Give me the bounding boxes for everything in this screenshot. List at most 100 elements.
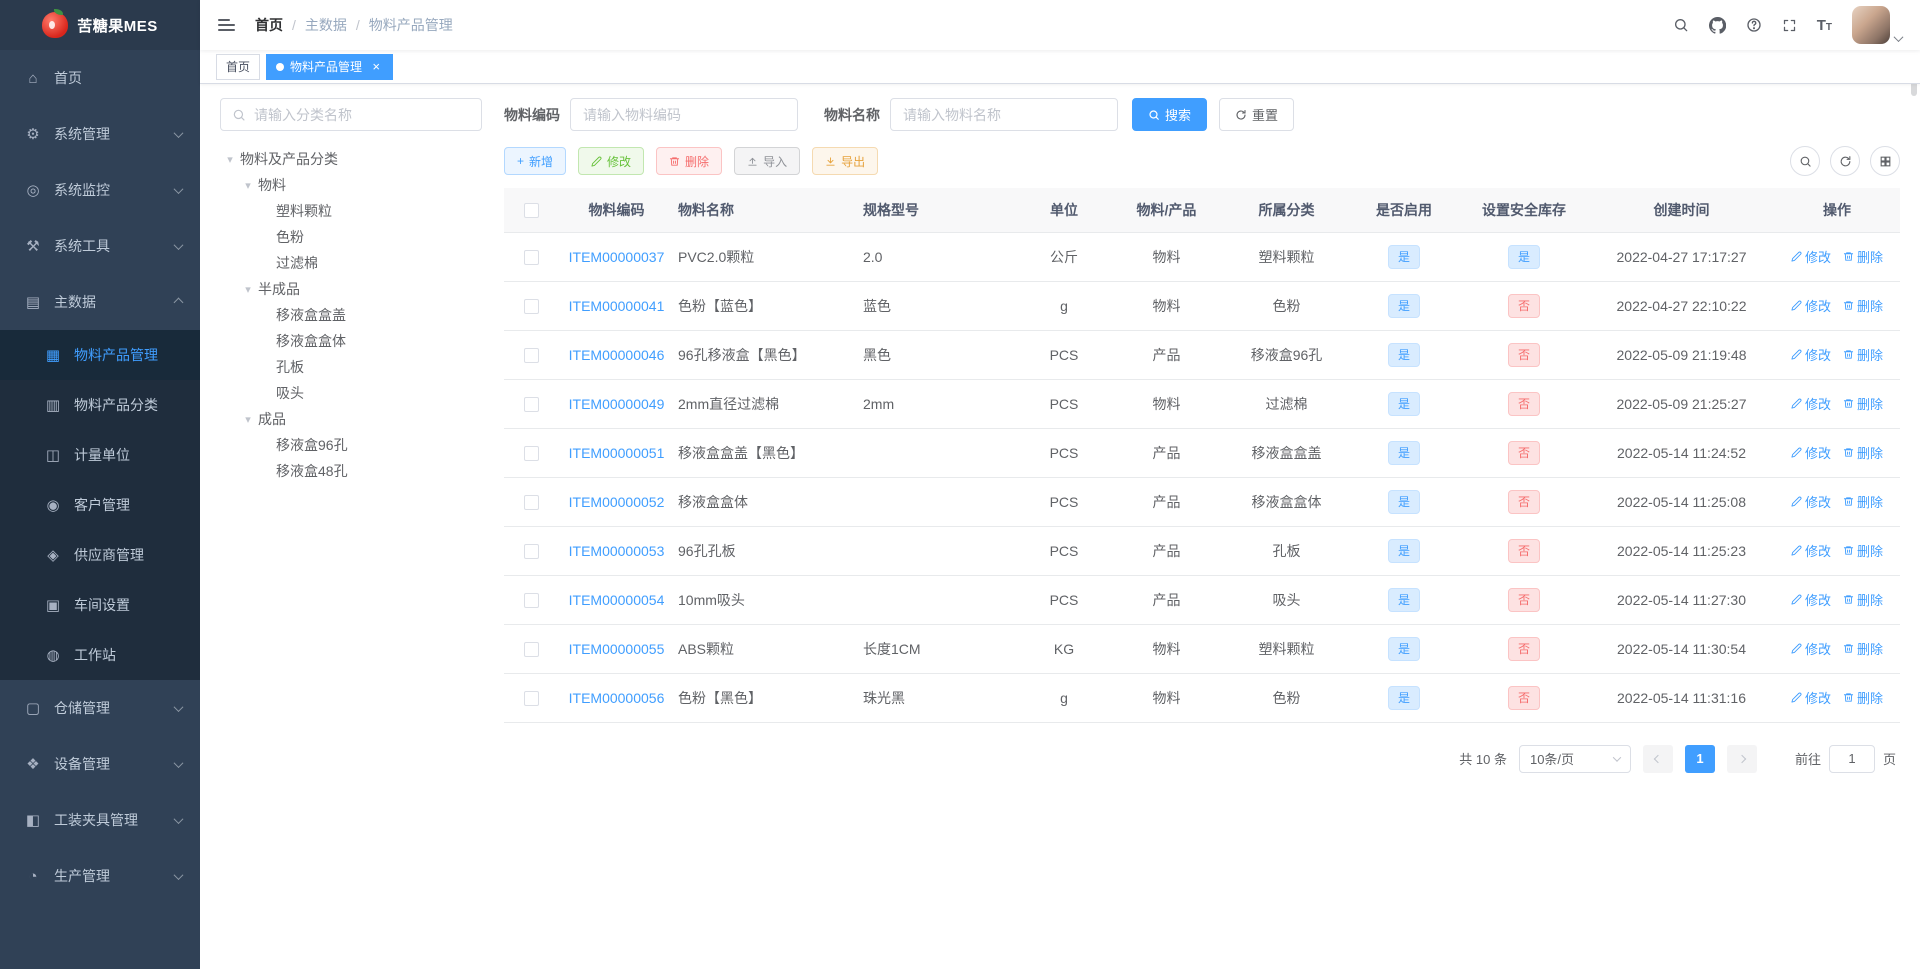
caret-down-icon[interactable]: ▾ [220,153,240,166]
row-checkbox[interactable] [524,494,539,510]
prev-page-button[interactable] [1642,744,1673,773]
next-page-button[interactable] [1726,744,1757,773]
material-code-link[interactable]: ITEM00000055 [569,641,665,657]
sidebar-subitem-material-product-category[interactable]: ▥ 物料产品分类 [0,380,200,430]
select-all-checkbox[interactable] [524,203,539,219]
tree-node[interactable]: 孔板 [220,354,482,380]
edit-link[interactable]: 修改 [1791,590,1831,609]
tree-node[interactable]: ▾ 成品 [220,406,482,432]
fullscreen-icon[interactable] [1782,18,1797,33]
sidebar-item-fixture-management[interactable]: ◧ 工装夹具管理 [0,792,200,848]
tree-node[interactable]: 移液盒盒体 [220,328,482,354]
material-code-link[interactable]: ITEM00000056 [569,690,665,706]
sidebar-subitem-workshop-settings[interactable]: ▣ 车间设置 [0,580,200,630]
tree-node[interactable]: ▾ 半成品 [220,276,482,302]
hamburger-icon[interactable] [216,15,237,35]
close-icon[interactable]: × [369,60,383,74]
user-menu[interactable] [1852,6,1904,44]
row-checkbox[interactable] [524,298,539,314]
edit-button[interactable]: 修改 [578,147,645,175]
import-button[interactable]: 导入 [734,147,801,175]
sidebar-item-equipment-management[interactable]: ❖ 设备管理 [0,736,200,792]
delete-link[interactable]: 删除 [1843,345,1883,364]
toggle-search-button[interactable] [1790,146,1820,176]
tree-node[interactable]: 移液盒48孔 [220,458,482,484]
delete-link[interactable]: 删除 [1843,247,1883,266]
delete-link[interactable]: 删除 [1843,590,1883,609]
sidebar-item-system-tools[interactable]: ⚒ 系统工具 [0,218,200,274]
material-code-link[interactable]: ITEM00000054 [569,592,665,608]
delete-link[interactable]: 删除 [1843,541,1883,560]
sidebar-subitem-customer-management[interactable]: ◉ 客户管理 [0,480,200,530]
sidebar-item-home[interactable]: ⌂ 首页 [0,50,200,106]
refresh-button[interactable] [1830,146,1860,176]
edit-link[interactable]: 修改 [1791,639,1831,658]
material-name-input[interactable] [890,98,1118,131]
category-search-input[interactable] [254,106,470,123]
delete-link[interactable]: 删除 [1843,394,1883,413]
avatar[interactable] [1852,6,1890,44]
tree-node[interactable]: ▾ 物料及产品分类 [220,146,482,172]
help-icon[interactable] [1746,17,1762,33]
edit-link[interactable]: 修改 [1791,247,1831,266]
material-code-link[interactable]: ITEM00000052 [569,494,665,510]
edit-link[interactable]: 修改 [1791,345,1831,364]
sidebar-item-warehouse-management[interactable]: ▢ 仓储管理 [0,680,200,736]
sidebar-item-master-data[interactable]: ▤ 主数据 [0,274,200,330]
search-icon[interactable] [1673,17,1689,33]
row-checkbox[interactable] [524,543,539,559]
add-button[interactable]: + 新增 [504,147,567,175]
edit-link[interactable]: 修改 [1791,443,1831,462]
sidebar-subitem-measure-unit[interactable]: ◫ 计量单位 [0,430,200,480]
row-checkbox[interactable] [524,592,539,608]
delete-link[interactable]: 删除 [1843,688,1883,707]
material-code-input[interactable] [570,98,798,131]
sidebar-subitem-supplier-management[interactable]: ◈ 供应商管理 [0,530,200,580]
caret-down-icon[interactable]: ▾ [238,179,258,192]
material-code-link[interactable]: ITEM00000041 [569,298,665,314]
row-checkbox[interactable] [524,347,539,363]
page-number-button[interactable]: 1 [1684,744,1715,773]
sidebar-subitem-workstation[interactable]: ◍ 工作站 [0,630,200,680]
row-checkbox[interactable] [524,641,539,657]
tab-home[interactable]: 首页 [216,53,261,80]
search-button[interactable]: 搜索 [1132,98,1208,131]
edit-link[interactable]: 修改 [1791,688,1831,707]
row-checkbox[interactable] [524,249,539,265]
row-checkbox[interactable] [524,445,539,461]
columns-button[interactable] [1870,146,1900,176]
tree-node[interactable]: 塑料颗粒 [220,198,482,224]
tree-node[interactable]: ▾ 物料 [220,172,482,198]
material-code-link[interactable]: ITEM00000049 [569,396,665,412]
sidebar-item-system-management[interactable]: ⚙ 系统管理 [0,106,200,162]
tree-node[interactable]: 移液盒盒盖 [220,302,482,328]
tree-node[interactable]: 色粉 [220,224,482,250]
goto-page-input[interactable] [1828,744,1875,773]
edit-link[interactable]: 修改 [1791,394,1831,413]
export-button[interactable]: 导出 [812,147,879,175]
tree-node[interactable]: 移液盒96孔 [220,432,482,458]
delete-link[interactable]: 删除 [1843,443,1883,462]
reset-button[interactable]: 重置 [1219,98,1295,131]
edit-link[interactable]: 修改 [1791,541,1831,560]
sidebar-subitem-material-product-management[interactable]: ▦ 物料产品管理 [0,330,200,380]
edit-link[interactable]: 修改 [1791,492,1831,511]
page-size-select[interactable]: 10条/页 [1518,744,1631,773]
delete-link[interactable]: 删除 [1843,296,1883,315]
tree-node[interactable]: 吸头 [220,380,482,406]
delete-button[interactable]: 删除 [656,147,723,175]
caret-down-icon[interactable]: ▾ [238,413,258,426]
tree-node[interactable]: 过滤棉 [220,250,482,276]
caret-down-icon[interactable]: ▾ [238,283,258,296]
material-code-link[interactable]: ITEM00000051 [569,445,665,461]
sidebar-item-system-monitor[interactable]: ◎ 系统监控 [0,162,200,218]
material-code-link[interactable]: ITEM00000046 [569,347,665,363]
tab-material-product-management[interactable]: 物料产品管理 × [266,53,394,80]
breadcrumb-item-home[interactable]: 首页 [255,15,283,35]
app-logo[interactable]: 苦糖果MES [0,0,200,50]
github-icon[interactable] [1708,16,1726,34]
edit-link[interactable]: 修改 [1791,296,1831,315]
material-code-link[interactable]: ITEM00000037 [569,249,665,265]
row-checkbox[interactable] [524,396,539,412]
delete-link[interactable]: 删除 [1843,639,1883,658]
